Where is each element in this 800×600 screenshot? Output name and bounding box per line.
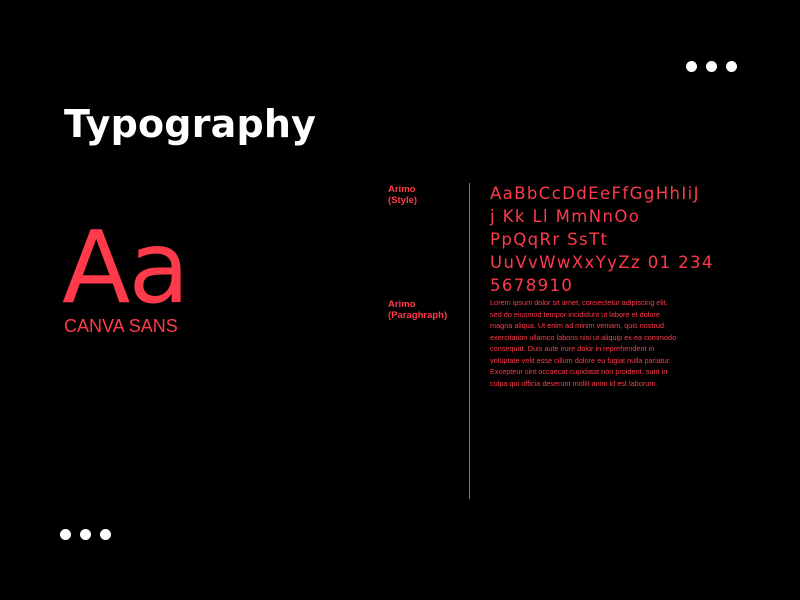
style-label: Arimo (Style) [388, 184, 417, 206]
paragraph-sample: Lorem ipsum dolor sit amet, consectetur … [490, 297, 712, 389]
alphabet-line: 5678910 [490, 276, 574, 295]
alphabet-sample: AaBbCcDdEeFfGgHhIiJ j Kk Ll MmNnOo PpQqR… [490, 182, 730, 297]
style-label-name: Arimo [388, 184, 416, 195]
paragraph-line: culpa qui officia deserunt mollit anim i… [490, 378, 658, 388]
vertical-divider [469, 183, 470, 499]
paragraph-label-type: (Paraghraph) [388, 310, 448, 321]
paragraph-label: Arimo (Paraghraph) [388, 299, 447, 321]
alphabet-line: j Kk Ll MmNnOo [490, 207, 641, 226]
paragraph-line: exercitation ullamco laboris nisi ut ali… [490, 332, 677, 342]
paragraph-line: Excepteur sint occaecat cupidatat non pr… [490, 367, 668, 376]
dot [726, 61, 737, 72]
dot [60, 529, 71, 540]
paragraph-line: voluptate velit esse cillum dolore eu fu… [490, 355, 671, 365]
dot [686, 61, 697, 72]
alphabet-line: PpQqRr SsTt [490, 230, 609, 249]
font-specimen: Aa [62, 209, 190, 326]
font-name: CANVA SANS [64, 316, 178, 336]
paragraph-line: Lorem ipsum dolor sit amet, consectetur … [490, 298, 668, 307]
more-options-dots-bottom [60, 529, 111, 540]
paragraph-line: sed do eiusmod tempor incididunt ut labo… [490, 309, 660, 319]
dot [80, 529, 91, 540]
style-label-type: (Style) [388, 195, 418, 206]
paragraph-line: magna aliqua. Ut enim ad minim veniam, q… [490, 321, 664, 330]
page-title: Typography [64, 102, 317, 146]
more-options-dots-top [686, 61, 737, 72]
dot [100, 529, 111, 540]
paragraph-label-name: Arimo [388, 299, 416, 310]
alphabet-line: UuVvWwXxYyZz 01 234 [490, 253, 714, 272]
paragraph-line: consequat. Duis aute irure dolor in repr… [490, 344, 655, 353]
dot [706, 61, 717, 72]
alphabet-line: AaBbCcDdEeFfGgHhIiJ [490, 184, 700, 203]
